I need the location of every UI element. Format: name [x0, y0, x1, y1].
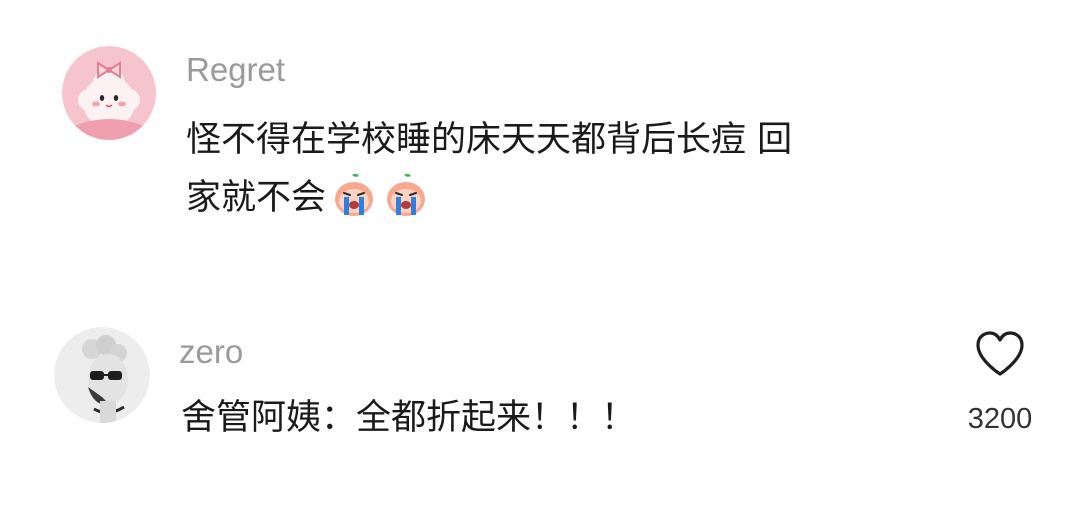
comment-text-line: 怪不得在学校睡的床天天都背后长痘 回 [186, 120, 793, 160]
crying-emoji-icon [330, 171, 378, 219]
bow-bunny-avatar-icon [62, 46, 156, 140]
comment-text-line: 家就不会 [186, 169, 792, 227]
crying-emoji-icon [382, 171, 430, 219]
statue-avatar-icon [54, 327, 150, 423]
like-count: 3200 [967, 403, 1033, 435]
username[interactable]: Regret [186, 50, 285, 90]
like-button[interactable]: 3200 [960, 330, 1040, 436]
username[interactable]: zero [179, 332, 243, 372]
comment-item: Regret 怪不得在学校睡的床天天都背后长痘 回 家就不会 [0, 0, 1080, 300]
avatar[interactable] [62, 46, 156, 140]
avatar[interactable] [54, 327, 150, 423]
comment-text: 怪不得在学校睡的床天天都背后长痘 回 家就不会 [186, 111, 792, 227]
comment-text-fragment: 家就不会 [186, 178, 327, 218]
heart-outline-icon[interactable] [974, 330, 1026, 378]
comment-text: 舍管阿姨：全都折起来！！！ [181, 398, 637, 438]
comment-item: zero 舍管阿姨：全都折起来！！！ 3200 [0, 300, 1080, 527]
